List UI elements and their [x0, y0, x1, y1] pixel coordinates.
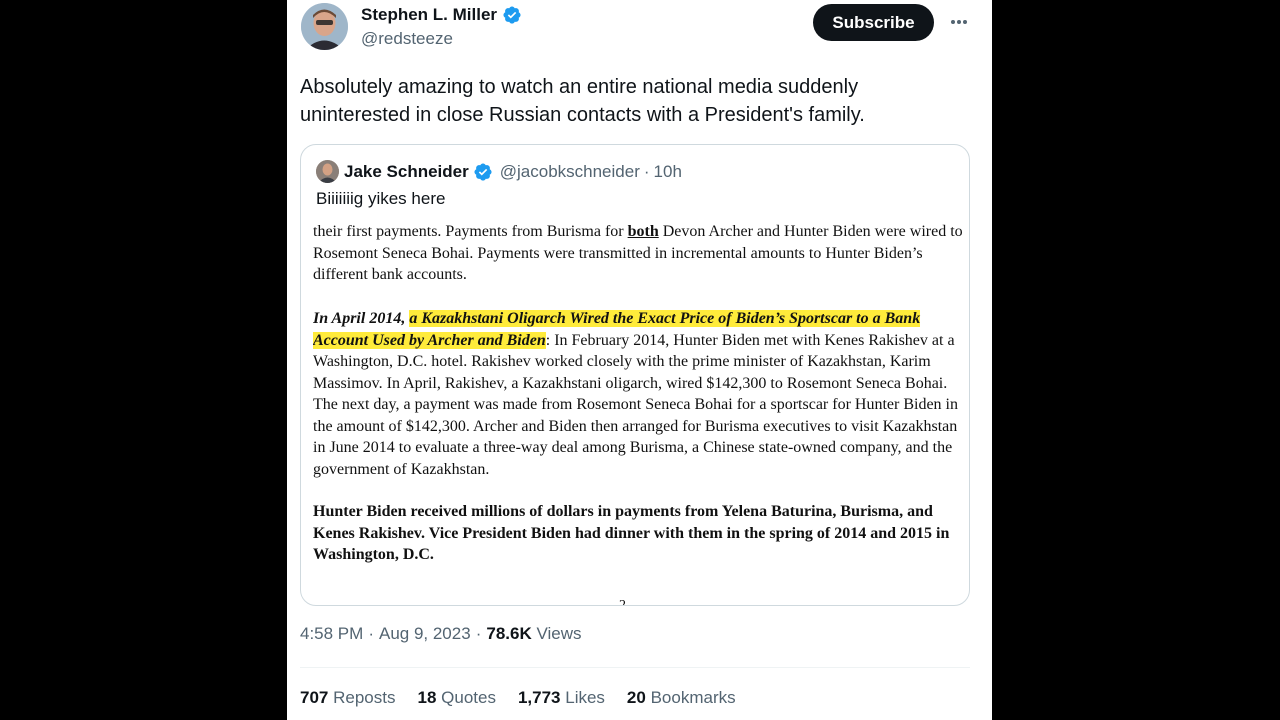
engagement-stats: 707 Reposts 18 Quotes 1,773 Likes 20 Boo…: [300, 688, 736, 708]
subscribe-button[interactable]: Subscribe: [813, 4, 934, 41]
meta-separator: ·: [368, 624, 374, 643]
quotes-stat[interactable]: 18 Quotes: [417, 688, 495, 708]
tweet-time[interactable]: 4:58 PM: [300, 624, 363, 644]
doc-paragraph-3: Hunter Biden received millions of dollar…: [313, 503, 950, 563]
quoted-author-avatar[interactable]: [316, 160, 339, 183]
doc-text: their first payments. Payments from Buri…: [313, 223, 628, 240]
doc-paragraph-1: their first payments. Payments from Buri…: [313, 223, 963, 286]
author-name-text[interactable]: Stephen L. Miller: [361, 5, 497, 25]
doc-emphasis: both: [627, 223, 659, 240]
likes-stat[interactable]: 1,773 Likes: [518, 688, 605, 708]
views-label: Views: [536, 624, 582, 643]
author-name[interactable]: Stephen L. Miller: [361, 5, 522, 25]
views-count: 78.6K: [486, 624, 532, 643]
quoted-separator: ·: [643, 162, 650, 181]
bookmarks-label: Bookmarks: [650, 688, 736, 707]
quoted-text: Biiiiiiig yikes here: [316, 189, 446, 208]
tweet-date[interactable]: Aug 9, 2023: [379, 624, 471, 644]
doc-paragraph-2: In April 2014, a Kazakhstani Oligarch Wi…: [313, 308, 963, 480]
doc-text: : In February 2014, Hunter Biden met wit…: [313, 331, 958, 478]
tweet-text: Absolutely amazing to watch an entire na…: [300, 76, 865, 126]
tweet-card: Stephen L. Miller @redsteeze Subscribe A…: [287, 0, 992, 720]
reposts-label: Reposts: [333, 688, 396, 707]
bookmarks-stat[interactable]: 20 Bookmarks: [627, 688, 736, 708]
document-image: their first payments. Payments from Buri…: [313, 223, 963, 605]
meta-separator: ·: [475, 624, 482, 643]
doc-lead: In April 2014,: [313, 310, 410, 327]
author-handle[interactable]: @redsteeze: [361, 29, 453, 49]
reposts-stat[interactable]: 707 Reposts: [300, 688, 395, 708]
author-avatar[interactable]: [301, 3, 348, 50]
likes-count: 1,773: [517, 688, 561, 707]
quotes-count: 18: [417, 688, 437, 707]
quoted-author-handle[interactable]: @jacobkschneider: [500, 162, 640, 182]
doc-page-number: 2: [619, 595, 626, 605]
quoted-timestamp[interactable]: 10h: [654, 162, 682, 182]
divider: [300, 667, 970, 668]
verified-badge-icon: [502, 5, 522, 25]
quoted-header: Jake Schneider @jacobkschneider · 10h: [344, 160, 682, 184]
more-options-icon[interactable]: [943, 6, 975, 38]
likes-label: Likes: [565, 688, 605, 707]
quoted-author-name[interactable]: Jake Schneider: [344, 162, 469, 182]
quoted-tweet[interactable]: Jake Schneider @jacobkschneider · 10h Bi…: [300, 144, 970, 606]
quotes-label: Quotes: [441, 688, 496, 707]
reposts-count: 707: [300, 688, 329, 707]
verified-badge-icon: [473, 162, 493, 182]
tweet-meta: 4:58 PM · Aug 9, 2023 · 78.6K Views: [300, 624, 582, 644]
bookmarks-count: 20: [626, 688, 646, 707]
